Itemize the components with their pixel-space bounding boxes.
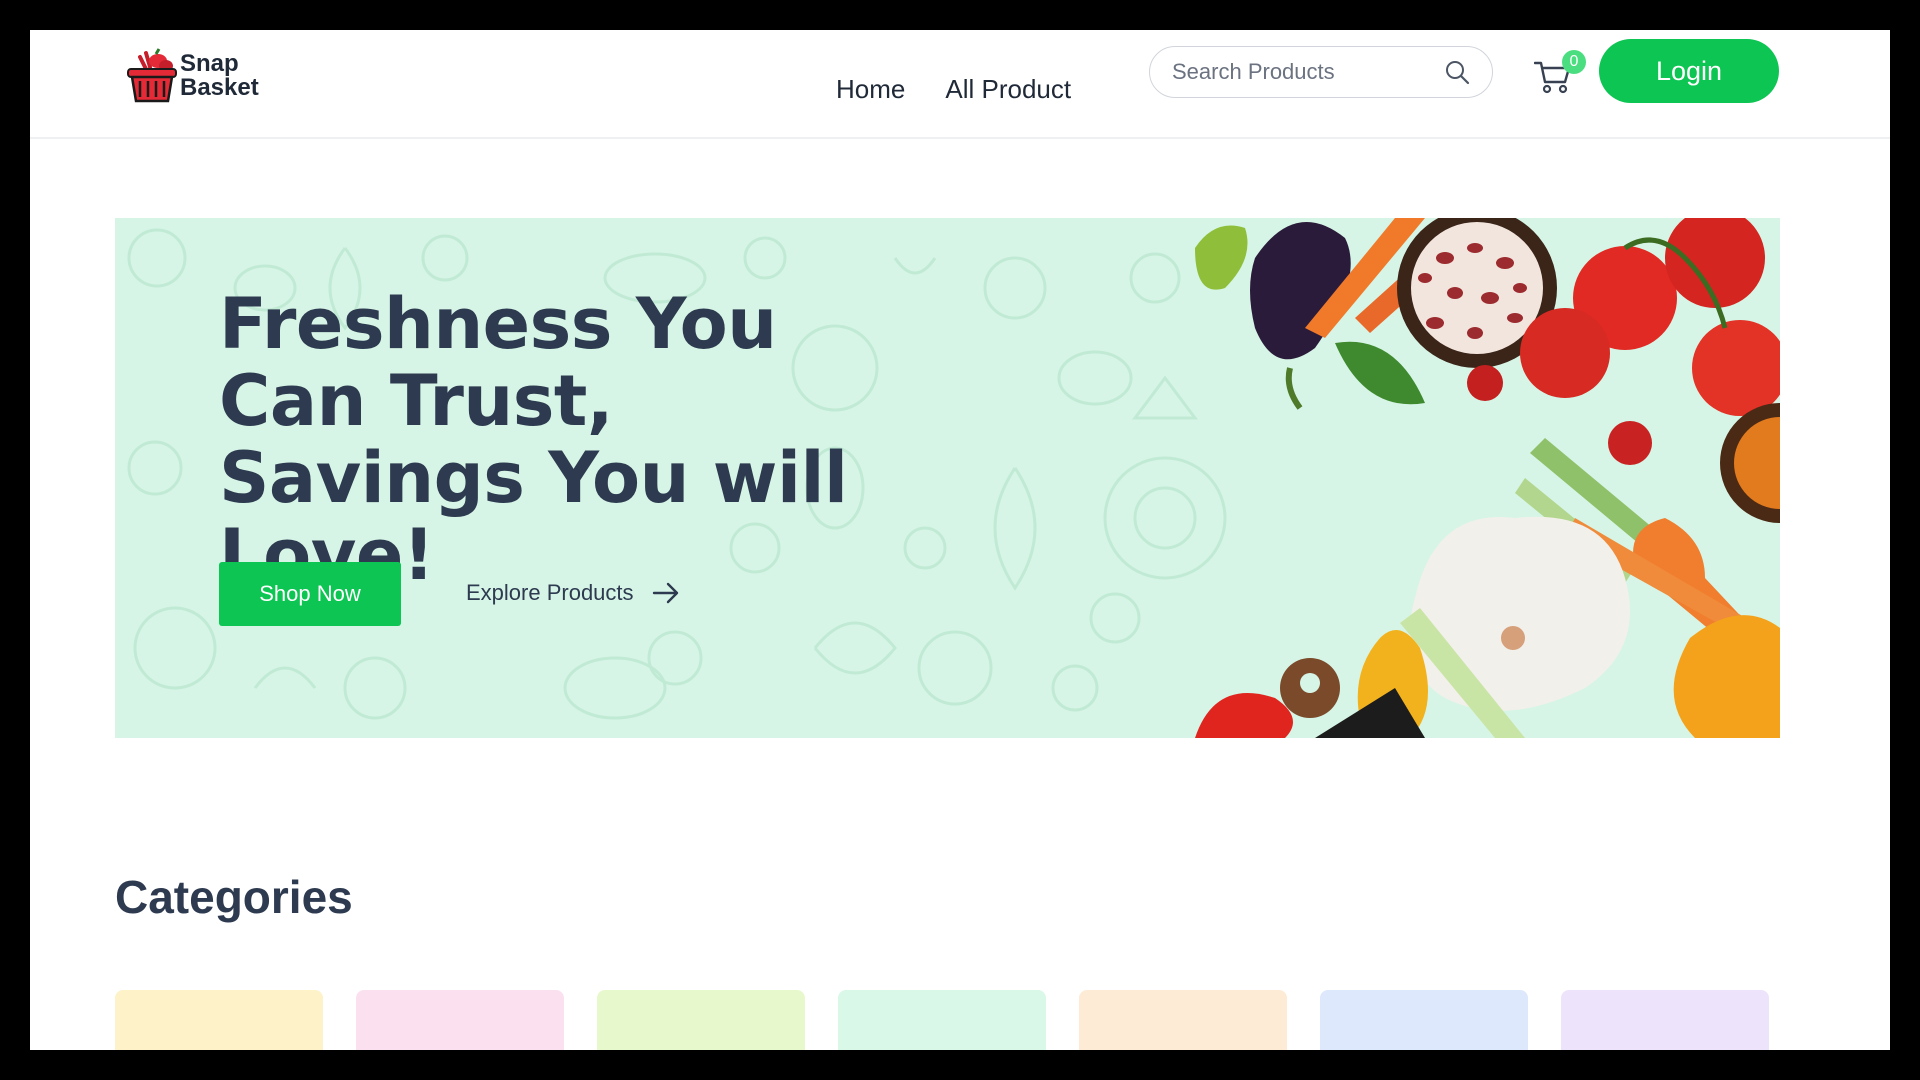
category-card[interactable] <box>115 990 323 1050</box>
vegetables-image <box>1195 218 1780 738</box>
main-nav: Home All Product <box>836 74 1071 105</box>
category-card[interactable] <box>1561 990 1769 1050</box>
search-input[interactable] <box>1170 58 1434 86</box>
logo-text: Snap Basket <box>180 52 259 100</box>
nav-all-product-link[interactable]: All Product <box>945 74 1071 105</box>
hero-title: Freshness You Can Trust, Savings You wil… <box>219 283 848 596</box>
explore-products-link[interactable]: Explore Products <box>466 580 680 606</box>
arrow-right-icon <box>652 582 678 604</box>
search-bar <box>1149 46 1493 98</box>
category-card[interactable] <box>1320 990 1528 1050</box>
nav-home-link[interactable]: Home <box>836 74 905 105</box>
logo-line-2: Basket <box>180 74 259 101</box>
category-card[interactable] <box>356 990 564 1050</box>
basket-logo-icon <box>127 48 177 103</box>
search-icon[interactable] <box>1444 59 1470 85</box>
shop-now-button[interactable]: Shop Now <box>219 562 401 626</box>
browser-viewport: Snap Basket Home All Product 0 Login <box>30 30 1890 1050</box>
logo[interactable]: Snap Basket <box>126 44 266 108</box>
login-button[interactable]: Login <box>1599 39 1779 103</box>
category-card[interactable] <box>838 990 1046 1050</box>
category-card[interactable] <box>1079 990 1287 1050</box>
site-header: Snap Basket Home All Product 0 Login <box>30 30 1890 139</box>
explore-products-label: Explore Products <box>466 580 634 605</box>
cart-count-badge: 0 <box>1562 50 1586 74</box>
categories-heading: Categories <box>115 871 353 923</box>
category-card[interactable] <box>597 990 805 1050</box>
logo-line-1: Snap <box>180 50 239 77</box>
hero-banner: Freshness You Can Trust, Savings You wil… <box>115 218 1780 738</box>
cart-button[interactable]: 0 <box>1534 50 1586 98</box>
